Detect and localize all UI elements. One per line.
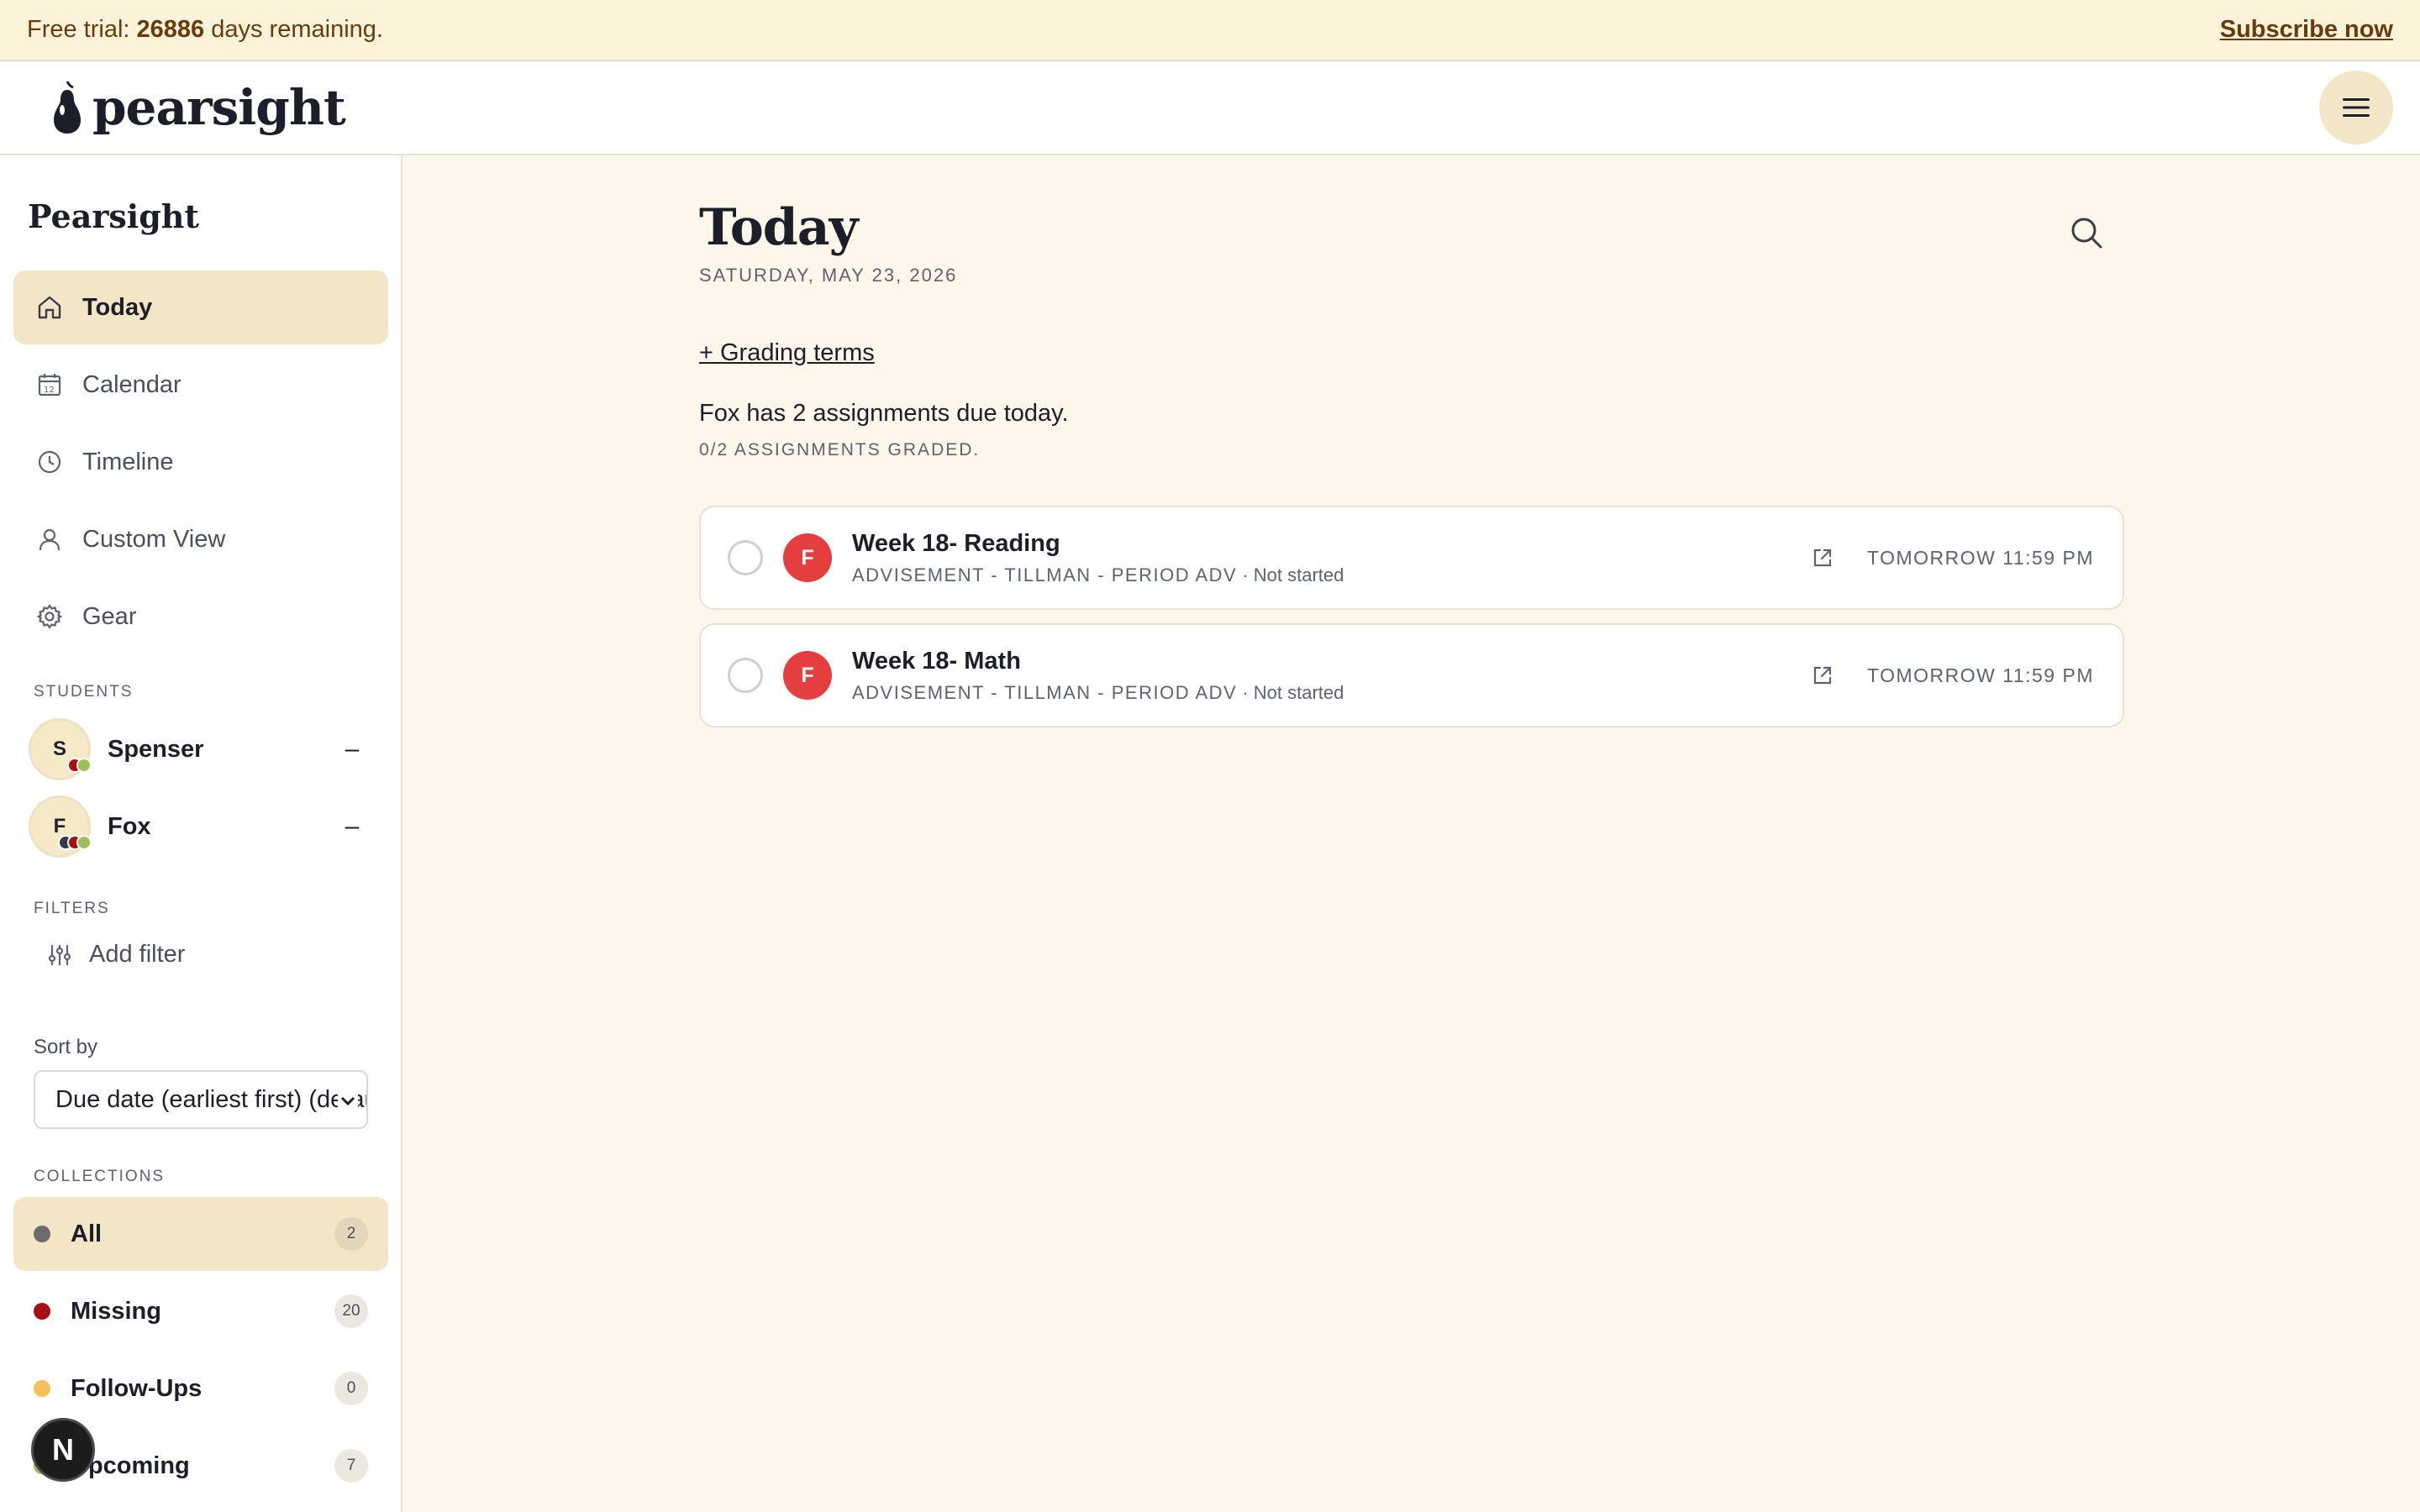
assignment-card[interactable]: F Week 18- Math ADVISEMENT - TILLMAN - P… <box>699 623 2124 727</box>
clock-icon <box>35 448 64 476</box>
complete-checkbox[interactable] <box>728 540 763 575</box>
assignment-info: Week 18- Math ADVISEMENT - TILLMAN - PER… <box>852 648 1808 704</box>
assignment-title: Week 18- Reading <box>852 529 1060 557</box>
page-date: SATURDAY, MAY 23, 2026 <box>699 265 958 286</box>
collection-follow-ups[interactable]: Follow-Ups 0 <box>13 1352 388 1425</box>
avatar: S <box>29 718 92 780</box>
chevron-down-icon <box>338 1089 358 1114</box>
count-badge: 20 <box>334 1294 368 1328</box>
assignment-meta: ADVISEMENT - TILLMAN - PERIOD ADV · Not … <box>852 681 1344 703</box>
student-name: Spenser <box>108 735 204 763</box>
collection-all[interactable]: All 2 <box>13 1197 388 1271</box>
search-icon <box>2071 218 2102 249</box>
sort-value: Due date (earliest first) (default) <box>55 1085 368 1113</box>
collapse-button[interactable]: – <box>339 735 365 764</box>
person-icon <box>35 525 64 554</box>
count-badge: 7 <box>334 1449 368 1483</box>
graded-count: 0/2 ASSIGNMENTS GRADED. <box>699 440 981 459</box>
student-spenser[interactable]: S Spenser – <box>29 717 365 781</box>
count-badge: 2 <box>334 1217 368 1251</box>
menu-button[interactable] <box>2319 71 2393 144</box>
collection-dot <box>34 1226 50 1242</box>
nav-timeline[interactable]: Timeline <box>13 425 388 499</box>
app-header: pearsight <box>0 61 2420 155</box>
nav-calendar[interactable]: 12 Calendar <box>13 348 388 422</box>
collection-dot <box>34 1380 50 1397</box>
sort-label: Sort by <box>34 1036 98 1058</box>
nav-today[interactable]: Today <box>13 270 388 344</box>
due-date: TOMORROW 11:59 PM <box>1866 664 2094 686</box>
assignment-info: Week 18- Reading ADVISEMENT - TILLMAN - … <box>852 530 1808 586</box>
sidebar-title: Pearsight <box>28 197 199 235</box>
avatar: F <box>783 651 832 700</box>
subscribe-link[interactable]: Subscribe now <box>2220 16 2393 44</box>
avatar: F <box>29 795 92 858</box>
nav-custom-view[interactable]: Custom View <box>13 502 388 576</box>
collapse-button[interactable]: – <box>339 812 365 841</box>
svg-text:12: 12 <box>44 386 55 395</box>
pear-logo-icon <box>54 81 81 134</box>
gear-icon <box>35 602 64 631</box>
filters-label: FILTERS <box>34 900 110 917</box>
complete-checkbox[interactable] <box>728 658 763 693</box>
floating-action-button[interactable]: N <box>31 1418 95 1482</box>
page-title: Today <box>699 198 858 257</box>
grading-terms-link[interactable]: + Grading terms <box>699 339 875 367</box>
add-filter-button[interactable]: Add filter <box>47 941 185 969</box>
status-dots <box>67 758 92 773</box>
hamburger-icon <box>2343 98 2370 117</box>
home-icon <box>35 293 64 322</box>
collections-label: COLLECTIONS <box>34 1168 166 1185</box>
logo-text: pearsight <box>92 79 346 136</box>
status-dot <box>76 835 92 850</box>
status-dot <box>76 758 92 773</box>
student-name: Fox <box>108 812 151 840</box>
assignment-title: Week 18- Math <box>852 647 1021 675</box>
students-label: STUDENTS <box>34 683 134 701</box>
trial-days: 26886 <box>136 16 205 43</box>
collection-dot <box>34 1303 50 1320</box>
external-link-icon[interactable] <box>1808 661 1837 690</box>
count-badge: 0 <box>334 1372 368 1405</box>
search-button[interactable] <box>2067 213 2106 252</box>
due-summary: Fox has 2 assignments due today. <box>699 400 1069 427</box>
collection-missing[interactable]: Missing 20 <box>13 1274 388 1348</box>
logo[interactable]: pearsight <box>50 79 346 136</box>
trial-banner: Free trial: 26886 days remaining. Subscr… <box>0 0 2420 61</box>
sort-select[interactable]: Due date (earliest first) (default) <box>34 1070 368 1129</box>
sliders-icon <box>48 944 71 965</box>
sidebar: Pearsight Today 12 Calendar Timeline Cus… <box>0 155 402 1512</box>
calendar-icon: 12 <box>35 370 64 399</box>
student-fox[interactable]: F Fox – <box>29 795 365 858</box>
trial-text: Free trial: 26886 days remaining. <box>27 16 383 43</box>
assignment-card[interactable]: F Week 18- Reading ADVISEMENT - TILLMAN … <box>699 506 2124 610</box>
due-date: TOMORROW 11:59 PM <box>1866 546 2094 569</box>
external-link-icon[interactable] <box>1808 543 1837 572</box>
nav-gear[interactable]: Gear <box>13 580 388 654</box>
status-dots <box>58 835 92 850</box>
assignment-meta: ADVISEMENT - TILLMAN - PERIOD ADV · Not … <box>852 564 1344 585</box>
avatar: F <box>783 533 832 582</box>
